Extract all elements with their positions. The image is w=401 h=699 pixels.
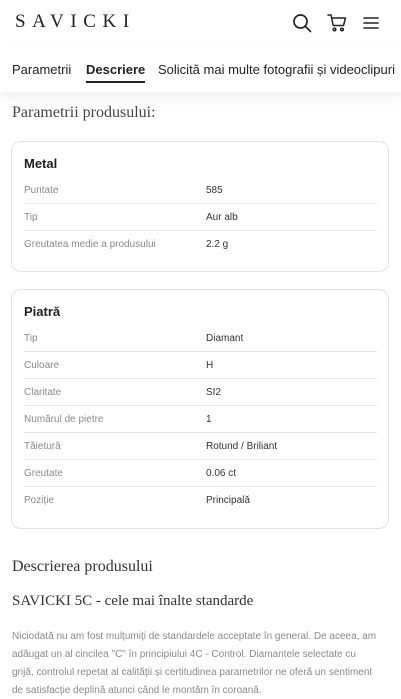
param-label: Poziție bbox=[24, 495, 55, 506]
table-row: Numărul de pietre 1 bbox=[24, 406, 377, 433]
description-subtitle: SAVICKI 5C - cele mai înalte standarde bbox=[12, 593, 254, 609]
param-label: Culoare bbox=[24, 360, 60, 371]
param-label: Puritate bbox=[24, 185, 59, 196]
site-header: SAVICKI bbox=[0, 0, 401, 48]
param-value: 2.2 g bbox=[206, 239, 229, 250]
menu-icon[interactable] bbox=[360, 12, 382, 34]
param-value: SI2 bbox=[206, 387, 222, 398]
product-tabs: Parametrii Descriere Solicită mai multe … bbox=[0, 48, 401, 92]
tab-descriere[interactable]: Descriere bbox=[86, 62, 146, 83]
param-label: Greutate bbox=[24, 468, 63, 479]
param-value: 1 bbox=[206, 414, 212, 425]
param-value: 585 bbox=[206, 185, 223, 196]
table-row: Tip Aur alb bbox=[24, 204, 377, 231]
param-value: Rotund / Briliant bbox=[206, 441, 278, 452]
brand-logo[interactable]: SAVICKI bbox=[15, 11, 136, 33]
table-row: Tip Diamant bbox=[24, 325, 377, 352]
tab-request-photos[interactable]: Solicită mai multe fotografii și videocl… bbox=[158, 62, 395, 77]
metal-card: Metal Puritate 585 Tip Aur alb Greutatea… bbox=[11, 141, 389, 272]
param-label: Claritate bbox=[24, 387, 62, 398]
param-value: Diamant bbox=[206, 333, 244, 344]
table-row: Puritate 585 bbox=[24, 177, 377, 204]
param-label: Numărul de pietre bbox=[24, 414, 104, 425]
param-label: Tăietură bbox=[24, 441, 61, 452]
table-row: Poziție Principală bbox=[24, 487, 377, 514]
stone-card: Piatră Tip Diamant Culoare H Claritate S… bbox=[11, 289, 389, 529]
param-label: Tip bbox=[24, 333, 38, 344]
cart-icon[interactable] bbox=[326, 12, 348, 34]
param-value: 0.06 ct bbox=[206, 468, 237, 479]
metal-card-title: Metal bbox=[24, 156, 58, 171]
table-row: Greutate 0.06 ct bbox=[24, 460, 377, 487]
description-title: Descrierea produsului bbox=[12, 558, 153, 575]
param-value: Aur alb bbox=[206, 212, 238, 223]
param-label: Greutatea medie a produsului bbox=[24, 239, 156, 250]
search-icon[interactable] bbox=[291, 12, 313, 34]
table-row: Greutatea medie a produsului 2.2 g bbox=[24, 231, 377, 258]
description-text: Niciodată nu am fost mulțumiți de standa… bbox=[12, 631, 377, 696]
stone-card-title: Piatră bbox=[24, 304, 61, 319]
param-label: Tip bbox=[24, 212, 38, 223]
tab-parametrii[interactable]: Parametrii bbox=[12, 62, 71, 77]
param-value: H bbox=[206, 360, 214, 371]
param-value: Principală bbox=[206, 495, 250, 506]
params-title: Parametrii produsului: bbox=[12, 104, 156, 121]
table-row: Tăietură Rotund / Briliant bbox=[24, 433, 377, 460]
table-row: Claritate SI2 bbox=[24, 379, 377, 406]
table-row: Culoare H bbox=[24, 352, 377, 379]
